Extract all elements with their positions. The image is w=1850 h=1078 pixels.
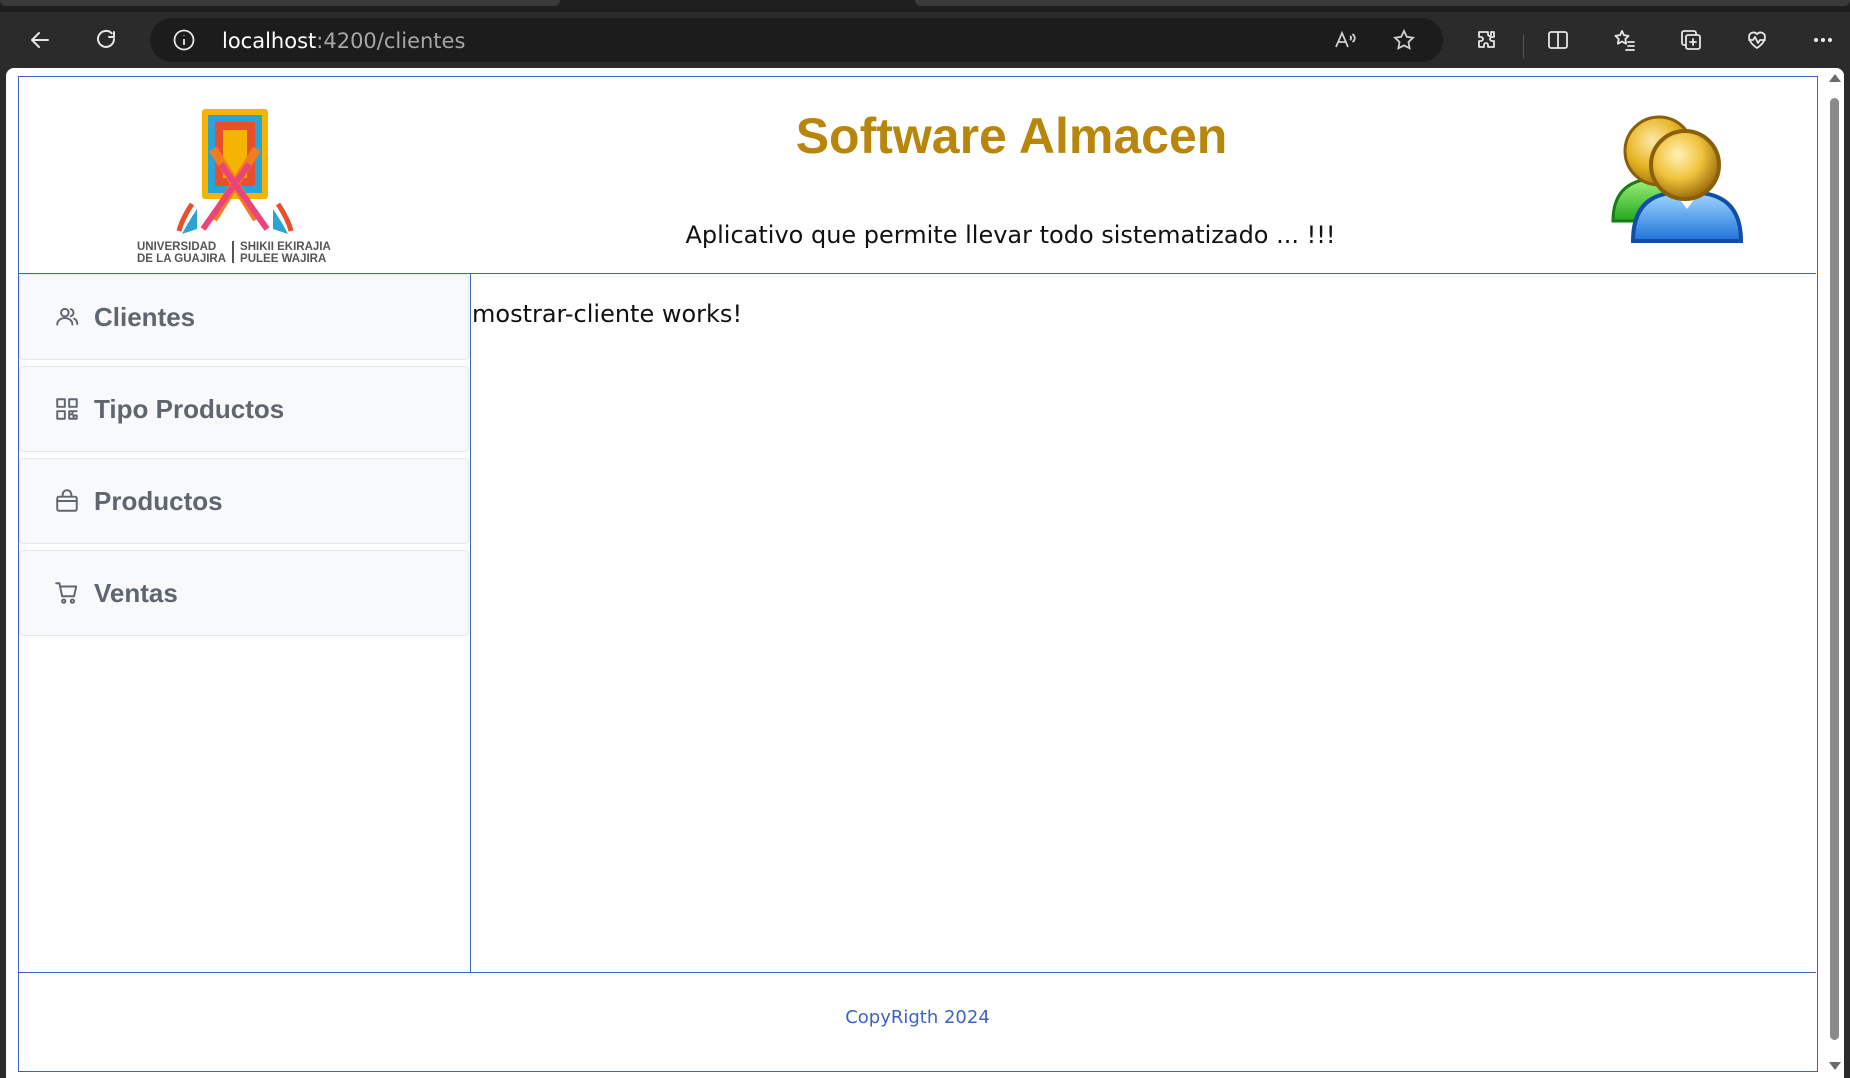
url-host: localhost — [222, 29, 317, 53]
address-bar[interactable]: localhost:4200/clientes — [150, 18, 1443, 62]
vertical-scrollbar[interactable] — [1824, 68, 1844, 1078]
footer-copy-wrap: CopyRigth 2024 — [19, 1007, 1816, 1028]
tab-hint-left[interactable] — [0, 0, 560, 6]
favorite-star-icon[interactable] — [1392, 28, 1416, 52]
users-avatar-icon — [1609, 113, 1745, 243]
sidebar-item-clientes[interactable]: Clientes — [19, 274, 469, 360]
component-message: mostrar-cliente works! — [472, 300, 743, 328]
page-subtitle-wrap: Aplicativo que permite llevar todo siste… — [19, 221, 1816, 249]
main-content: mostrar-cliente works! — [472, 274, 1816, 972]
sidebar-item-productos[interactable]: Productos — [19, 458, 469, 544]
page-subtitle: Aplicativo que permite llevar todo siste… — [685, 221, 1336, 249]
sidebar-item-label: Productos — [94, 485, 223, 516]
more-menu-button[interactable] — [1801, 18, 1845, 62]
app-container: UNIVERSIDAD DE LA GUAJIRA SHIKII EKIRAJI… — [18, 76, 1818, 1072]
browser-toolbar: localhost:4200/clientes — [0, 12, 1850, 68]
more-dots-icon — [1813, 37, 1833, 43]
browser-tab-strip — [0, 0, 1850, 12]
collections-button[interactable] — [1669, 18, 1713, 62]
tab-hint-right[interactable] — [915, 0, 1850, 6]
logo-caption-line: PULEE WAJIRA — [240, 253, 327, 265]
sidebar-item-label: Tipo Productos — [94, 393, 285, 424]
page-viewport: UNIVERSIDAD DE LA GUAJIRA SHIKII EKIRAJI… — [6, 68, 1844, 1078]
page-title: Software Almacen — [795, 108, 1228, 164]
scroll-up-arrow-icon[interactable] — [1829, 74, 1841, 82]
scroll-thumb[interactable] — [1830, 98, 1839, 1040]
page-title-wrap: Software Almacen — [19, 107, 1816, 165]
cart-icon — [52, 578, 82, 608]
heart-pulse-icon — [1748, 31, 1766, 49]
app-header: UNIVERSIDAD DE LA GUAJIRA SHIKII EKIRAJI… — [19, 77, 1816, 274]
sidebar-item-ventas[interactable]: Ventas — [19, 550, 469, 636]
toolbar-separator — [1523, 34, 1524, 58]
people-icon — [52, 302, 82, 332]
favorites-button[interactable] — [1603, 18, 1647, 62]
qr-grid-icon — [52, 394, 82, 424]
scroll-down-arrow-icon[interactable] — [1829, 1062, 1841, 1070]
split-screen-button[interactable] — [1536, 18, 1580, 62]
logo-caption-line: DE LA GUAJIRA — [137, 253, 227, 265]
favorites-list-icon — [1614, 30, 1635, 51]
copyright-text: CopyRigth 2024 — [845, 1007, 990, 1028]
read-aloud-icon[interactable] — [1333, 28, 1357, 52]
app-footer: CopyRigth 2024 — [19, 972, 1816, 1071]
browser-essentials-button[interactable] — [1735, 18, 1779, 62]
reload-icon — [97, 29, 115, 48]
back-arrow-icon — [31, 32, 49, 48]
bag-icon — [52, 486, 82, 516]
extensions-button[interactable] — [1465, 18, 1509, 62]
site-info-icon[interactable] — [172, 28, 196, 52]
url-text[interactable]: localhost:4200/clientes — [222, 29, 465, 53]
back-button[interactable] — [18, 18, 62, 62]
reload-button[interactable] — [84, 18, 128, 62]
collections-icon — [1681, 30, 1701, 50]
url-path: :4200/clientes — [316, 29, 466, 53]
sidebar-item-label: Clientes — [94, 301, 196, 332]
sidebar-item-label: Ventas — [94, 577, 178, 608]
puzzle-icon — [1478, 31, 1495, 48]
split-screen-icon — [1548, 31, 1568, 49]
sidebar-nav: Clientes Tipo Productos Productos Ventas — [19, 274, 471, 972]
sidebar-item-tipo-productos[interactable]: Tipo Productos — [19, 366, 469, 452]
